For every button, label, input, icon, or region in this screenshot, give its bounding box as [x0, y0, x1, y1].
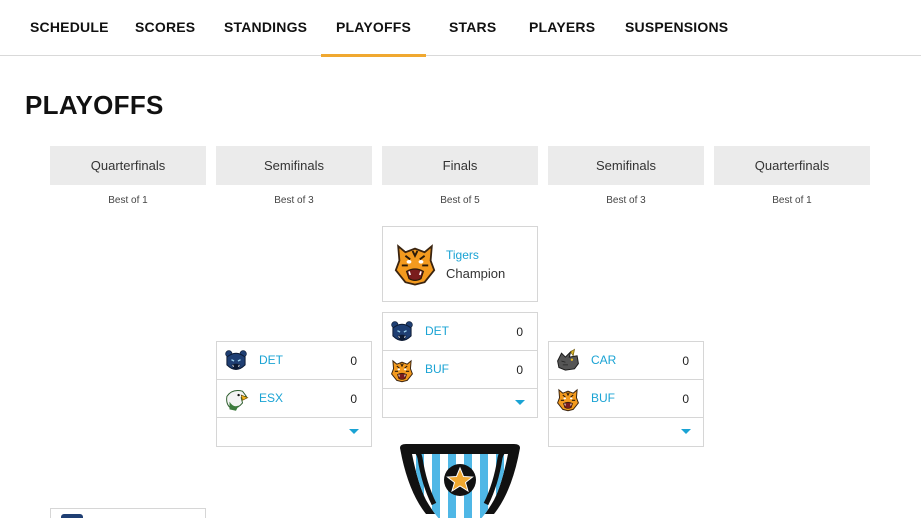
- nav-stars[interactable]: STARS: [449, 0, 496, 56]
- chevron-down-icon: [349, 429, 359, 434]
- team-link[interactable]: DET: [259, 353, 283, 367]
- team-link[interactable]: ESX: [259, 391, 283, 405]
- round-header-right-quarterfinals: Quarterfinals: [714, 146, 870, 185]
- eagle-icon: [223, 386, 249, 412]
- team-row: DET 0: [383, 313, 537, 351]
- series-left-semifinal: DET 0 ESX 0: [216, 341, 372, 447]
- bear-icon: [223, 348, 249, 374]
- champion-team-link[interactable]: Tigers: [446, 248, 479, 262]
- team-row: CAR 0: [549, 342, 703, 380]
- champion-label: Champion: [446, 266, 506, 281]
- page-title: PLAYOFFS: [25, 90, 164, 120]
- team-link[interactable]: BUF: [425, 362, 449, 376]
- team-link[interactable]: DET: [425, 324, 449, 338]
- chevron-down-icon: [515, 400, 525, 405]
- expand-series-button[interactable]: [549, 418, 703, 446]
- team-row: ESX 0: [217, 380, 371, 418]
- nav-standings[interactable]: STANDINGS: [224, 0, 307, 56]
- round-header-right-semifinals: Semifinals: [548, 146, 704, 185]
- team-row: BUF 0: [549, 380, 703, 418]
- team-score: 0: [516, 325, 523, 339]
- chevron-down-icon: [681, 429, 691, 434]
- round-format-right-quarterfinals: Best of 1: [772, 195, 812, 206]
- series-left-quarterfinal: [50, 508, 206, 518]
- series-right-semifinal: CAR 0 BUF 0: [548, 341, 704, 447]
- team-link[interactable]: BUF: [591, 391, 615, 405]
- top-nav: SCHEDULE SCORES STANDINGS PLAYOFFS STARS…: [0, 0, 921, 57]
- team-score: 0: [682, 392, 689, 406]
- expand-series-button[interactable]: [217, 418, 371, 446]
- nav-scores[interactable]: SCORES: [135, 0, 195, 56]
- team-score: 0: [350, 392, 357, 406]
- round-header-left-quarterfinals: Quarterfinals: [50, 146, 206, 185]
- round-format-left-quarterfinals: Best of 1: [108, 195, 148, 206]
- team-score: 0: [350, 354, 357, 368]
- rhino-icon: [555, 348, 581, 374]
- bear-icon: [389, 319, 415, 345]
- team-row: BUF 0: [383, 351, 537, 389]
- team-score: 0: [516, 363, 523, 377]
- nav-playoffs[interactable]: PLAYOFFS: [321, 0, 426, 57]
- tiger-icon: [389, 357, 415, 383]
- team-link[interactable]: CAR: [591, 353, 616, 367]
- champion-card: Tigers Champion: [382, 226, 538, 302]
- nav-schedule[interactable]: SCHEDULE: [30, 0, 109, 56]
- team-row: DET 0: [217, 342, 371, 380]
- bear-icon: [61, 514, 83, 518]
- round-format-finals: Best of 5: [440, 195, 480, 206]
- round-header-left-semifinals: Semifinals: [216, 146, 372, 185]
- round-format-left-semifinals: Best of 3: [274, 195, 314, 206]
- nav-players[interactable]: PLAYERS: [529, 0, 595, 56]
- tiger-icon: [555, 386, 581, 412]
- nav-suspensions[interactable]: SUSPENSIONS: [625, 0, 728, 56]
- league-shield-logo: [400, 444, 520, 518]
- expand-series-button[interactable]: [383, 389, 537, 417]
- series-finals: DET 0 BUF 0: [382, 312, 538, 418]
- tiger-icon: [391, 237, 439, 289]
- round-header-finals: Finals: [382, 146, 538, 185]
- team-score: 0: [682, 354, 689, 368]
- round-format-right-semifinals: Best of 3: [606, 195, 646, 206]
